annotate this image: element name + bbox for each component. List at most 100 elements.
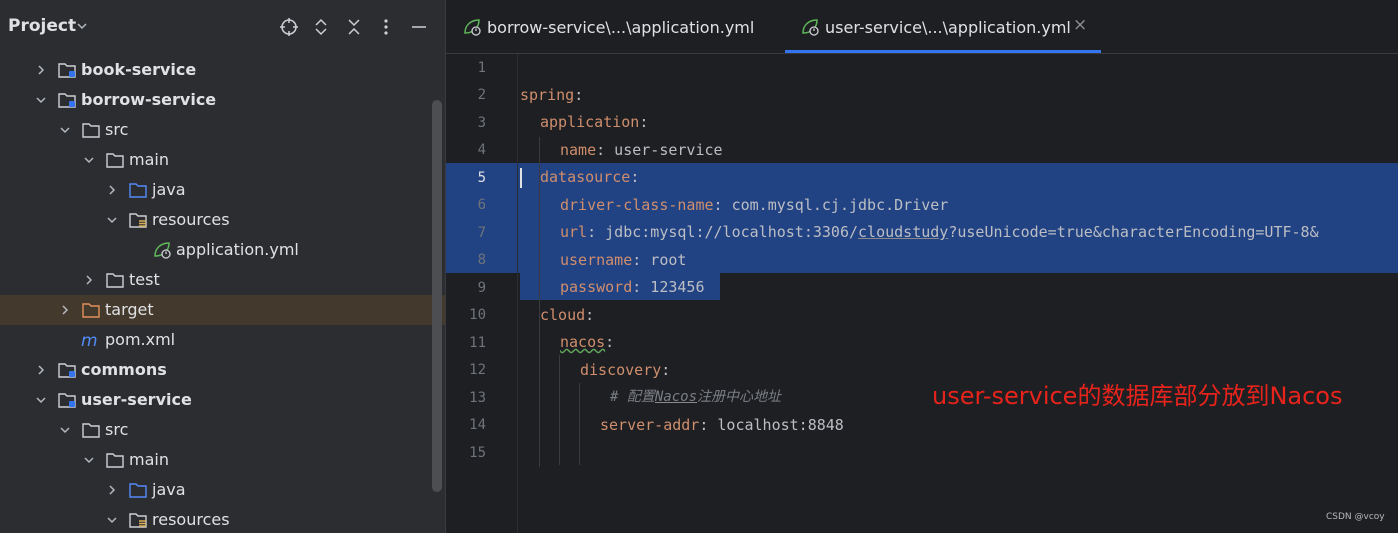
yaml-comment: 配置 bbox=[626, 389, 655, 405]
source-folder-icon bbox=[129, 483, 147, 498]
chevron-down-icon[interactable] bbox=[35, 94, 47, 106]
tab-user-service-application-yml[interactable]: user-service\...\application.yml bbox=[800, 0, 1090, 54]
line-number: 13 bbox=[469, 390, 486, 406]
tree-item-label: resources bbox=[152, 510, 230, 529]
code-line-13: # 配置Nacos注册中心地址 bbox=[610, 384, 781, 411]
tree-scrollbar[interactable] bbox=[432, 100, 442, 492]
svg-text:m: m bbox=[81, 331, 98, 350]
chevron-down-icon[interactable] bbox=[35, 394, 47, 406]
yaml-separator: : bbox=[596, 141, 606, 159]
chevron-right-icon[interactable] bbox=[83, 274, 95, 286]
yaml-key: password bbox=[560, 278, 633, 296]
line-number-gutter[interactable]: 1 2 3 4 5 6 7 8 9 10 11 12 13 14 15 bbox=[446, 54, 518, 533]
chevron-down-icon[interactable] bbox=[83, 454, 95, 466]
options-icon[interactable] bbox=[376, 17, 396, 37]
tree-item-borrow-service[interactable]: borrow-service bbox=[0, 85, 432, 115]
hide-icon[interactable] bbox=[409, 17, 429, 37]
maven-icon: m bbox=[81, 331, 98, 350]
tree-item-src[interactable]: src bbox=[0, 415, 432, 445]
module-folder-icon bbox=[58, 93, 76, 108]
chevron-right-icon[interactable] bbox=[106, 184, 118, 196]
tree-item-src[interactable]: src bbox=[0, 115, 432, 145]
yaml-key: discovery bbox=[580, 361, 662, 379]
spring-leaf-icon bbox=[464, 19, 481, 36]
close-icon[interactable]: × bbox=[1073, 15, 1087, 35]
code-line-7: url: jdbc:mysql://localhost:3306/cloudst… bbox=[560, 219, 1319, 246]
line-number: 5 bbox=[477, 170, 486, 186]
yaml-value: 123456 bbox=[641, 278, 705, 296]
spring-leaf-icon bbox=[154, 242, 171, 259]
tree-item-commons[interactable]: commons bbox=[0, 355, 432, 385]
chevron-right-icon[interactable] bbox=[35, 64, 47, 76]
tree-item-java[interactable]: java bbox=[0, 175, 432, 205]
line-number: 14 bbox=[469, 417, 486, 433]
yaml-key: url bbox=[560, 223, 588, 241]
tree-item-resources[interactable]: resources bbox=[0, 505, 432, 533]
line-number: 7 bbox=[477, 225, 486, 241]
project-panel: Project book-service borrow-service src … bbox=[0, 0, 445, 533]
chevron-down-icon[interactable] bbox=[106, 514, 118, 526]
tree-item-test[interactable]: test bbox=[0, 265, 432, 295]
tree-item-target[interactable]: target bbox=[0, 295, 445, 325]
tree-item-main[interactable]: main bbox=[0, 145, 432, 175]
expand-all-icon[interactable] bbox=[311, 17, 331, 37]
folder-icon bbox=[82, 123, 100, 138]
annotation-text: user-service的数据库部分放到Nacos bbox=[932, 382, 1343, 410]
yaml-separator: : bbox=[630, 168, 640, 186]
module-folder-icon bbox=[58, 363, 76, 378]
tree-item-java[interactable]: java bbox=[0, 475, 432, 505]
editor: borrow-service\...\application.yml user-… bbox=[445, 0, 1398, 533]
active-tab-indicator bbox=[785, 50, 1101, 53]
yaml-value: ?useUnicode=true&characterEncoding=UTF-8… bbox=[948, 223, 1319, 241]
chevron-right-icon[interactable] bbox=[106, 484, 118, 496]
locate-icon[interactable] bbox=[279, 17, 299, 37]
tree-item-main[interactable]: main bbox=[0, 445, 432, 475]
tree-item-label: src bbox=[105, 420, 129, 439]
yaml-separator: : bbox=[587, 223, 597, 241]
excluded-folder-icon bbox=[82, 303, 100, 318]
tree-item-label: main bbox=[129, 150, 169, 169]
tree-item-label: commons bbox=[81, 360, 167, 379]
line-number: 3 bbox=[477, 115, 486, 131]
yaml-key: spring bbox=[520, 86, 575, 104]
tree-item-user-service[interactable]: user-service bbox=[0, 385, 432, 415]
tree-item-label: target bbox=[105, 300, 154, 319]
yaml-value-db-name: cloudstudy bbox=[858, 223, 949, 241]
yaml-separator: : bbox=[632, 251, 642, 269]
chevron-down-icon[interactable] bbox=[106, 214, 118, 226]
yaml-key: application bbox=[540, 113, 640, 131]
chevron-down-icon[interactable] bbox=[83, 154, 95, 166]
folder-icon bbox=[106, 453, 124, 468]
yaml-value: user-service bbox=[605, 141, 723, 159]
tab-borrow-service-application-yml[interactable]: borrow-service\...\application.yml bbox=[462, 0, 762, 54]
yaml-key: username bbox=[560, 251, 633, 269]
chevron-right-icon[interactable] bbox=[35, 364, 47, 376]
yaml-key: server-addr bbox=[600, 416, 700, 434]
tree-item-resources[interactable]: resources bbox=[0, 205, 432, 235]
code-line-14: server-addr: localhost:8848 bbox=[600, 412, 844, 439]
code-line-11: nacos: bbox=[560, 329, 614, 356]
collapse-all-icon[interactable] bbox=[344, 17, 364, 37]
yaml-separator: : bbox=[661, 361, 671, 379]
tree-item-label: main bbox=[129, 450, 169, 469]
tree-item-pom-xml[interactable]: m pom.xml bbox=[0, 325, 432, 355]
chevron-down-icon[interactable] bbox=[76, 20, 88, 32]
code-line-9: password: 123456 bbox=[560, 274, 705, 301]
chevron-right-icon[interactable] bbox=[59, 304, 71, 316]
yaml-separator: : bbox=[605, 333, 615, 351]
folder-icon bbox=[82, 423, 100, 438]
tree-item-book-service[interactable]: book-service bbox=[0, 55, 432, 85]
line-number: 6 bbox=[477, 197, 486, 213]
resources-folder-icon bbox=[129, 213, 147, 228]
project-panel-title[interactable]: Project bbox=[8, 16, 76, 36]
resources-folder-icon bbox=[129, 513, 147, 528]
code-line-10: cloud: bbox=[540, 302, 594, 329]
tree-item-label: book-service bbox=[81, 60, 197, 79]
chevron-down-icon[interactable] bbox=[59, 424, 71, 436]
yaml-comment: 注册中心地址 bbox=[697, 389, 782, 405]
tree-item-application-yml[interactable]: application.yml bbox=[0, 235, 432, 265]
spring-leaf-icon bbox=[802, 19, 819, 36]
code-line-6: driver-class-name: com.mysql.cj.jdbc.Dri… bbox=[560, 192, 948, 219]
code-area[interactable]: spring: application: name: user-service … bbox=[520, 54, 1398, 533]
chevron-down-icon[interactable] bbox=[59, 124, 71, 136]
